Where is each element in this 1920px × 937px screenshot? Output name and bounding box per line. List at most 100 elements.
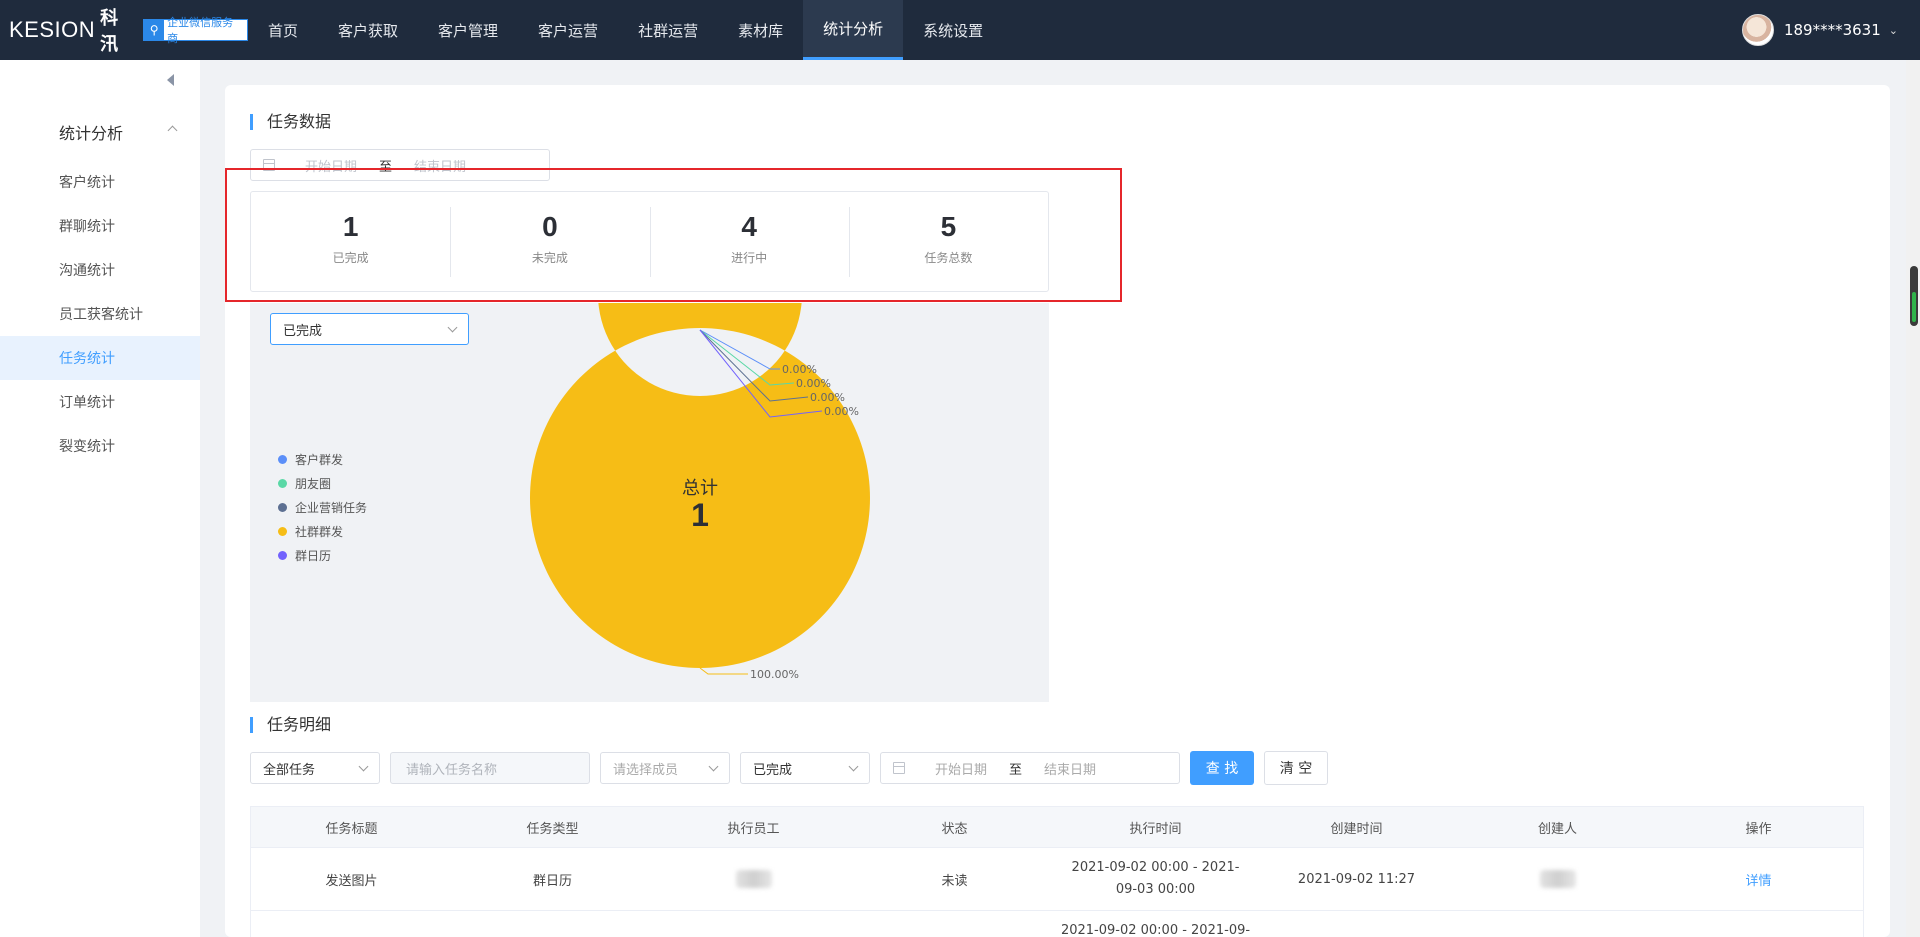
calendar-icon — [893, 762, 905, 774]
nav-customer-management[interactable]: 客户管理 — [418, 0, 518, 60]
search-icon: ⚲ — [144, 20, 165, 40]
sidebar-item-order-stats[interactable]: 订单统计 — [0, 380, 200, 424]
clear-button[interactable]: 清 空 — [1264, 751, 1328, 785]
start-date-input[interactable]: 开始日期 — [935, 759, 987, 778]
sidebar-item-communication-stats[interactable]: 沟通统计 — [0, 248, 200, 292]
task-stats-summary: 1 已完成 0 未完成 4 进行中 5 任务总数 — [250, 191, 1049, 292]
chart-center-title: 总计 — [682, 478, 718, 499]
chevron-down-icon — [358, 761, 369, 771]
section-title-task-detail: 任务明细 — [250, 717, 331, 733]
table-header: 任务标题 任务类型 执行员工 状态 执行时间 创建时间 创建人 操作 — [251, 807, 1863, 848]
nav-home[interactable]: 首页 — [248, 0, 318, 60]
logo-badge-text: 企业微信服务商 — [167, 16, 234, 45]
top-navbar: KESION 科汛 ⚲ 企业微信服务商 首页 客户获取 客户管理 客户运营 社群… — [0, 0, 1920, 60]
nav-customer-acquisition[interactable]: 客户获取 — [318, 0, 418, 60]
section-title-task-data: 任务数据 — [250, 114, 331, 130]
task-type-select[interactable]: 全部任务 — [250, 752, 380, 784]
slice-label: 0.00% — [782, 363, 817, 376]
detail-link[interactable]: 详情 — [1658, 848, 1859, 910]
stat-label: 进行中 — [731, 250, 768, 265]
cell-exec-time: 2021-09-02 00:00 - 2021-09-03 00:00 — [1071, 860, 1240, 897]
cell-task-type — [452, 911, 653, 937]
logo-text: KESION — [9, 17, 96, 42]
status-value: 已完成 — [753, 762, 793, 778]
chevron-down-icon — [848, 761, 859, 771]
sidebar-item-fission-stats[interactable]: 裂变统计 — [0, 424, 200, 468]
range-separator: 至 — [379, 159, 393, 175]
cell-action — [1658, 911, 1859, 937]
chevron-up-icon — [167, 125, 178, 136]
status-select[interactable]: 已完成 — [740, 752, 870, 784]
cell-created-time: 2021-09-02 11:27 — [1297, 871, 1416, 887]
nav-customer-operation[interactable]: 客户运营 — [518, 0, 618, 60]
sidebar-group-statistics[interactable]: 统计分析 — [0, 120, 200, 144]
end-date-input[interactable]: 结束日期 — [414, 156, 466, 175]
logo-badge: ⚲ 企业微信服务商 — [143, 16, 248, 45]
main-content: 任务数据 开始日期 至 结束日期 1 已完成 0 未完成 4 进行中 5 任务总… — [225, 85, 1890, 937]
task-data-date-range[interactable]: 开始日期 至 结束日期 — [250, 149, 550, 181]
chart-panel: 已完成 客户群发 朋友圈 企业营销任务 社群群发 群日历 0.00% 0.00% 0.00%… — [250, 303, 1049, 702]
cell-created-time — [1256, 911, 1457, 937]
sidebar-item-task-stats[interactable]: 任务统计 — [0, 336, 200, 380]
stat-label: 未完成 — [531, 250, 568, 265]
avatar[interactable] — [1741, 14, 1774, 46]
column-header: 任务标题 — [325, 821, 378, 837]
collapse-sidebar-icon[interactable] — [167, 74, 174, 86]
task-detail-table: 任务标题 任务类型 执行员工 状态 执行时间 创建时间 创建人 操作 发送图片 … — [250, 806, 1864, 937]
column-header: 执行时间 — [1129, 821, 1182, 837]
search-button[interactable]: 查 找 — [1190, 751, 1254, 785]
sidebar-group-label: 统计分析 — [59, 124, 124, 143]
stat-label: 任务总数 — [924, 250, 973, 265]
stat-total: 5 任务总数 — [848, 206, 1048, 277]
task-type-value: 全部任务 — [263, 762, 316, 778]
nav-settings[interactable]: 系统设置 — [903, 0, 1003, 60]
task-detail-date-range[interactable]: 开始日期 至 结束日期 — [880, 752, 1180, 784]
slice-label: 0.00% — [796, 377, 831, 390]
vertical-scrollbar[interactable] — [1906, 60, 1920, 937]
end-date-input[interactable]: 结束日期 — [1044, 759, 1096, 778]
blurred-executor-name — [735, 870, 772, 888]
chart-center-value: 1 — [691, 497, 709, 533]
start-date-input[interactable]: 开始日期 — [305, 156, 357, 175]
logo-cn: 科汛 — [100, 8, 119, 55]
stat-in-progress: 4 进行中 — [649, 206, 849, 277]
stat-value: 4 — [741, 210, 757, 242]
cell-task-type: 群日历 — [532, 873, 572, 889]
cell-task-title: 发送图片 — [325, 873, 378, 889]
stat-value: 5 — [940, 210, 957, 242]
column-header: 创建人 — [1537, 821, 1577, 837]
logo[interactable]: KESION 科汛 ⚲ 企业微信服务商 — [0, 4, 248, 56]
chevron-down-icon: ⌄ — [1888, 23, 1898, 37]
user-menu[interactable]: 189****3631 ⌄ — [1741, 0, 1898, 60]
scrollbar-thumb[interactable] — [1910, 266, 1918, 326]
donut-chart: 0.00%0.00%0.00%0.00%100.00%总计1 — [530, 303, 870, 681]
sidebar: 统计分析 客户统计 群聊统计 沟通统计 员工获客统计 任务统计 订单统计 裂变统… — [0, 60, 200, 937]
nav-materials[interactable]: 素材库 — [718, 0, 803, 60]
calendar-icon — [263, 159, 275, 171]
sidebar-item-group-chat-stats[interactable]: 群聊统计 — [0, 204, 200, 248]
cell-creator — [1457, 848, 1658, 910]
column-header: 状态 — [941, 821, 968, 837]
cell-status: 未读 — [941, 873, 968, 889]
chevron-down-icon — [708, 761, 719, 771]
stat-value: 0 — [542, 210, 558, 242]
nav-community-operation[interactable]: 社群运营 — [618, 0, 718, 60]
main-nav: 首页 客户获取 客户管理 客户运营 社群运营 素材库 统计分析 系统设置 — [248, 0, 1003, 60]
sidebar-item-staff-acquisition-stats[interactable]: 员工获客统计 — [0, 292, 200, 336]
blurred-creator-name — [1539, 870, 1576, 888]
member-select[interactable]: 请选择成员 — [600, 752, 730, 784]
column-header: 任务类型 — [526, 821, 579, 837]
cell-creator — [1457, 911, 1658, 937]
column-header: 执行员工 — [727, 821, 780, 837]
username: 189****3631 — [1783, 21, 1881, 39]
label-leader-line — [699, 667, 748, 675]
cell-exec-time: 2021-09-02 00:00 - 2021-09-03 — [1060, 923, 1251, 937]
stat-not-completed: 0 未完成 — [450, 206, 649, 277]
cell-executor — [653, 848, 854, 910]
table-row: 发送图片 群日历 未读 2021-09-02 00:00 - 2021-09-0… — [251, 848, 1863, 911]
cell-executor — [653, 911, 854, 937]
task-name-input[interactable]: 请输入任务名称 — [390, 752, 590, 784]
nav-statistics[interactable]: 统计分析 — [803, 0, 904, 60]
sidebar-item-customer-stats[interactable]: 客户统计 — [0, 160, 200, 204]
table-row: 2021-09-02 00:00 - 2021-09-03 — [251, 911, 1863, 937]
